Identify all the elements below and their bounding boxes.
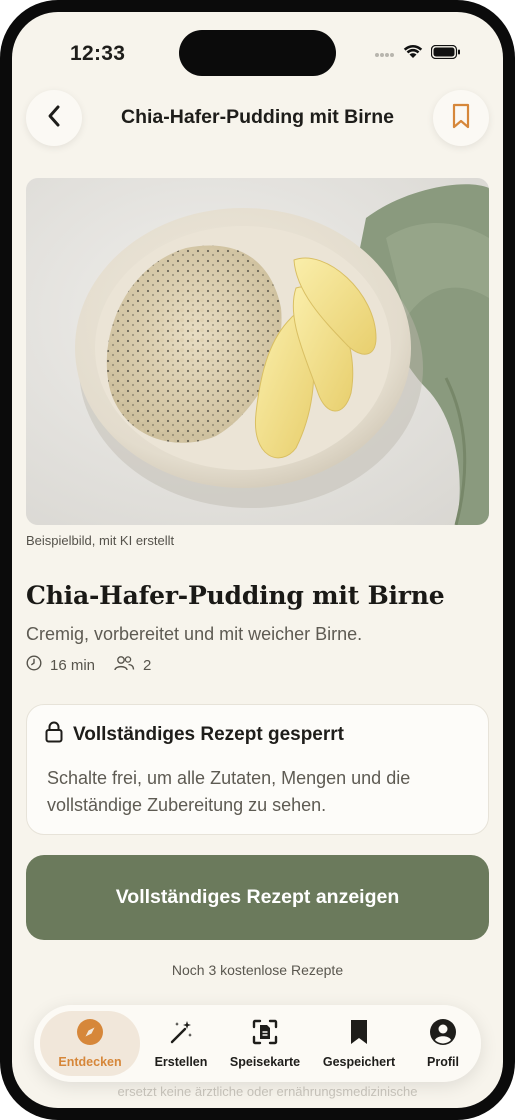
tab-gespeichert[interactable]: Gespeichert	[314, 1011, 404, 1076]
locked-card-title: Vollständiges Rezept gesperrt	[73, 723, 344, 745]
tab-label: Entdecken	[58, 1055, 122, 1069]
battery-icon	[430, 44, 461, 64]
bookmark-icon	[348, 1018, 370, 1051]
free-recipes-note: Noch 3 kostenlose Rezepte	[171, 962, 344, 978]
recipe-meta: 16 min 2	[26, 655, 169, 675]
recipe-servings-value: 2	[143, 656, 152, 674]
disclaimer-text: ersetzt keine ärztliche oder ernährungsm…	[117, 1084, 418, 1099]
bookmark-icon	[452, 103, 470, 134]
tab-label: Speisekarte	[229, 1055, 301, 1069]
recipe-title: Chia-Hafer-Pudding mit Birne	[26, 581, 445, 610]
recipe-time-value: 16 min	[50, 656, 96, 674]
screen: 12:33 Chia-Hafer-Pudding mit Birne Beisp…	[12, 12, 503, 1108]
magic-wand-icon	[167, 1018, 195, 1051]
wifi-icon	[403, 44, 423, 64]
pudding-illustration	[26, 178, 489, 525]
signal-icon	[375, 45, 395, 63]
locked-card-text: Schalte frei, um alle Zutaten, Mengen un…	[47, 768, 411, 815]
status-time: 12:33	[70, 42, 126, 65]
tab-label: Profil	[427, 1055, 459, 1069]
device-frame: 12:33 Chia-Hafer-Pudding mit Birne Beisp…	[0, 0, 515, 1120]
profile-icon	[429, 1018, 457, 1051]
recipe-image	[26, 178, 489, 525]
lock-icon	[45, 721, 63, 748]
recipe-subtitle: Cremig, vorbereitet und mit weicher Birn…	[26, 624, 363, 644]
tab-erstellen[interactable]: Erstellen	[144, 1011, 218, 1076]
tab-label: Gespeichert	[322, 1055, 396, 1069]
tab-speisekarte[interactable]: Speisekarte	[220, 1011, 310, 1076]
show-full-recipe-button[interactable]: Vollständiges Rezept anzeigen	[26, 855, 489, 940]
status-indicators	[375, 44, 461, 64]
locked-card-header: Vollständiges Rezept gesperrt	[45, 721, 344, 748]
tab-entdecken[interactable]: Entdecken	[40, 1011, 140, 1076]
recipe-time: 16 min	[26, 655, 95, 675]
image-caption: Beispielbild, mit KI erstellt	[26, 533, 175, 548]
tab-label: Erstellen	[154, 1055, 208, 1069]
back-button[interactable]	[26, 90, 82, 146]
tab-profil[interactable]: Profil	[410, 1011, 476, 1076]
compass-icon	[76, 1018, 104, 1051]
header-title: Chia-Hafer-Pudding mit Birne	[120, 106, 394, 128]
dynamic-island	[179, 30, 336, 76]
clock-icon	[26, 655, 42, 675]
chevron-left-icon	[46, 104, 62, 133]
people-icon	[113, 655, 135, 675]
bookmark-button[interactable]	[433, 90, 489, 146]
scan-menu-icon	[251, 1018, 279, 1051]
locked-recipe-card: Vollständiges Rezept gesperrt Schalte fr…	[26, 704, 489, 835]
tab-bar: Entdecken Erstellen Speisekarte Gespeich…	[34, 1005, 481, 1082]
recipe-servings: 2	[113, 655, 151, 675]
